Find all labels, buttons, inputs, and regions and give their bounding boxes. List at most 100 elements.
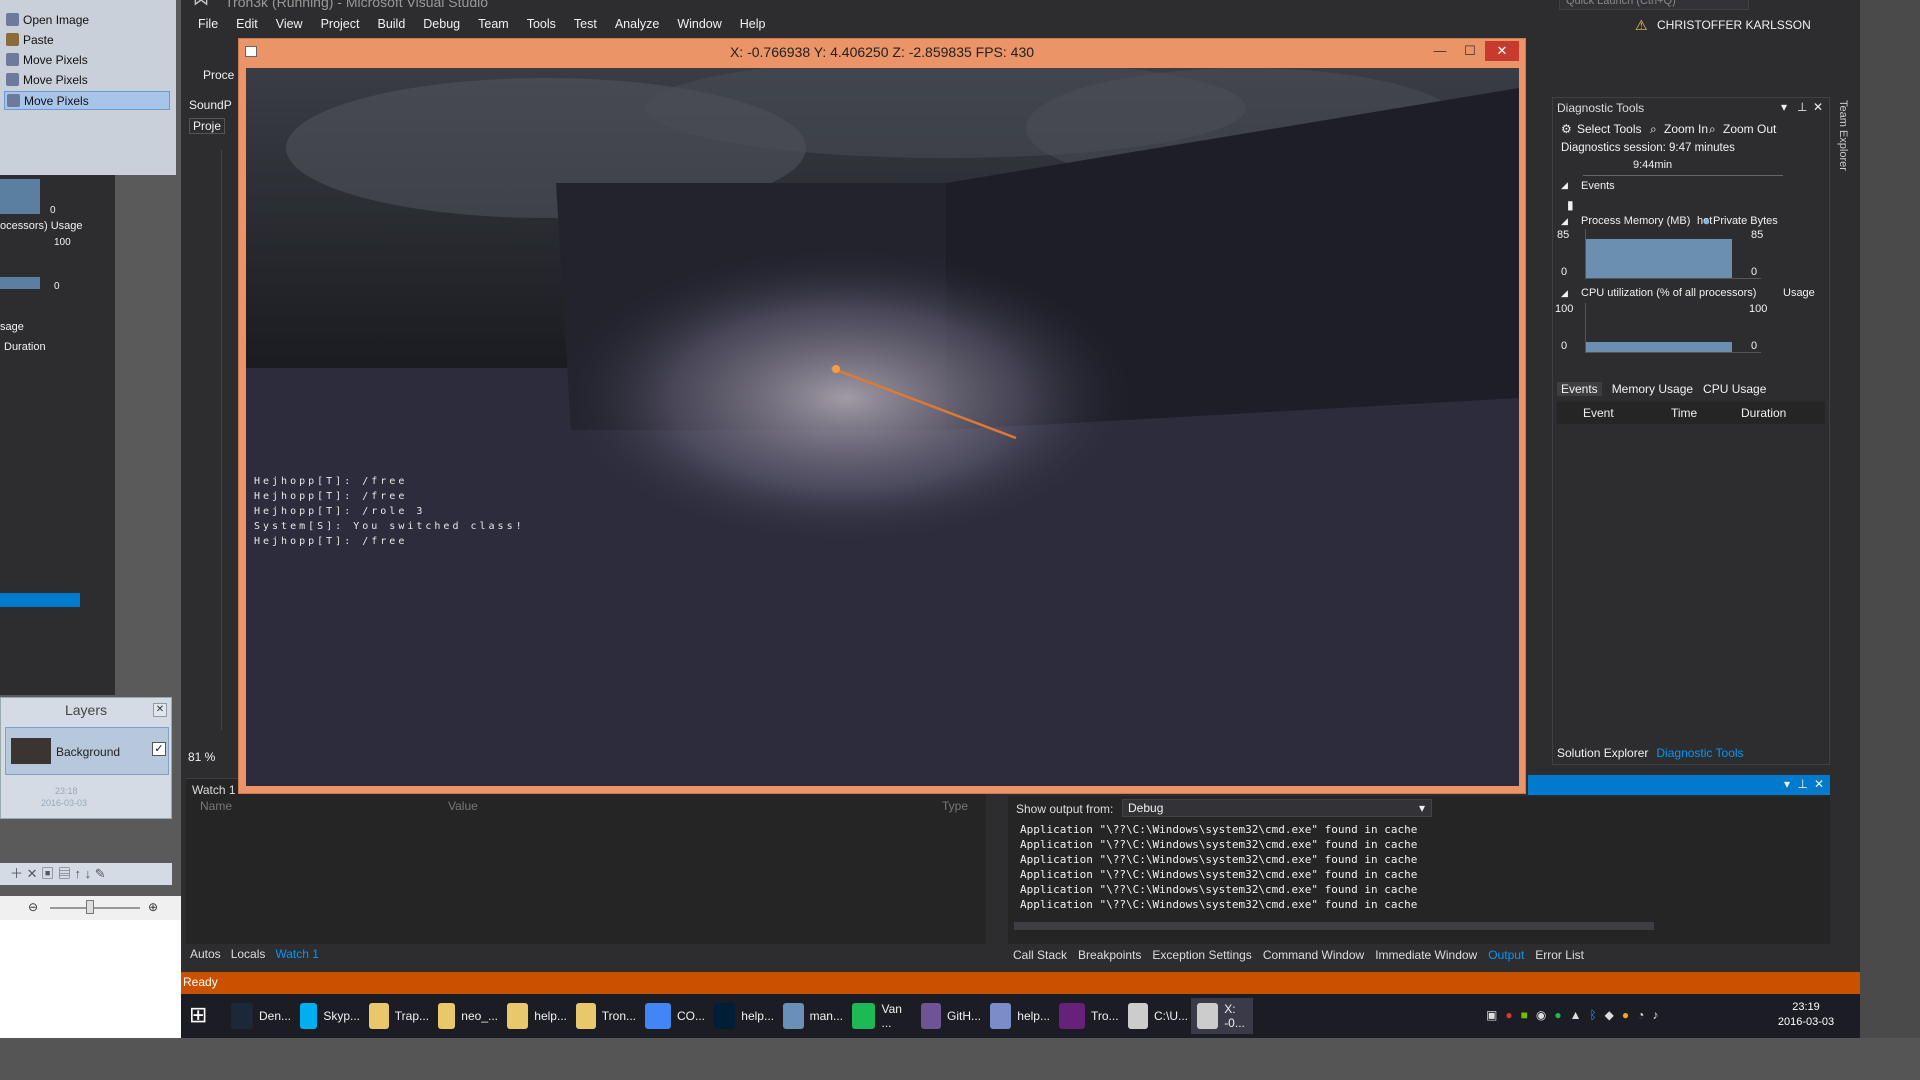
layer-visible-checkbox[interactable]: ✓ (152, 742, 166, 756)
output-source-select[interactable]: Debug ▾ (1122, 799, 1432, 817)
taskbar-item[interactable]: man... (777, 998, 843, 1034)
taskbar-item[interactable]: help... (501, 998, 567, 1034)
collapse-icon[interactable]: ◢ (1561, 216, 1568, 227)
taskbar-item[interactable]: GitH... (915, 998, 981, 1034)
tab-exception-settings[interactable]: Exception Settings (1152, 948, 1251, 962)
history-item-move-pixels-3[interactable]: Move Pixels (4, 91, 170, 110)
project-tab[interactable]: Proje (189, 118, 226, 134)
zoom-slider-track[interactable] (50, 907, 140, 909)
duplicate-layer-icon[interactable]: ▣ (41, 866, 54, 881)
tab-immediate-window[interactable]: Immediate Window (1375, 948, 1477, 962)
sync-icon[interactable]: ● (1622, 1008, 1629, 1022)
network-icon[interactable]: ▲ (1570, 1008, 1582, 1022)
menu-item-file[interactable]: File (189, 17, 227, 35)
history-item-move-pixels-1[interactable]: Move Pixels (4, 51, 170, 70)
tab-diagnostic-tools[interactable]: Diagnostic Tools (1656, 746, 1743, 760)
user-name[interactable]: CHRISTOFFER KARLSSON (1657, 18, 1811, 32)
zoom-percent[interactable]: 81 % (188, 750, 215, 764)
pin-icon[interactable]: ⊥ (1798, 777, 1808, 791)
menu-item-team[interactable]: Team (469, 17, 518, 35)
column-duration[interactable]: Duration (1741, 406, 1786, 420)
tab-call-stack[interactable]: Call Stack (1013, 948, 1067, 962)
dropdown-icon[interactable]: ▾ (1781, 100, 1787, 114)
layer-row-background[interactable]: Background ✓ (5, 727, 169, 775)
zoom-out-button[interactable]: Zoom Out (1723, 122, 1776, 136)
clock[interactable]: 23:19 2016-03-03 (1771, 1000, 1841, 1030)
tab-solution-explorer[interactable]: Solution Explorer (1557, 746, 1648, 760)
tab-events[interactable]: Events (1557, 382, 1602, 396)
collapse-icon[interactable]: ◢ (1561, 180, 1568, 191)
column-value[interactable]: Value (448, 799, 478, 813)
move-up-icon[interactable]: ↑ (74, 866, 81, 881)
close-icon[interactable]: ✕ (1814, 777, 1824, 791)
menu-item-view[interactable]: View (267, 17, 312, 35)
delete-layer-icon[interactable]: ✕ (27, 866, 38, 881)
menu-item-build[interactable]: Build (368, 17, 414, 35)
taskbar-item[interactable]: Den... (225, 998, 291, 1034)
nvidia-icon[interactable]: ■ (1521, 1008, 1528, 1022)
maximize-icon[interactable]: ☐ (1455, 41, 1485, 61)
history-item-paste[interactable]: Paste (4, 31, 170, 50)
taskbar-item[interactable]: Skyp... (294, 998, 360, 1034)
close-icon[interactable]: ✕ (1485, 41, 1519, 61)
taskbar-item[interactable]: Tro... (1053, 998, 1119, 1034)
menu-item-tools[interactable]: Tools (518, 17, 565, 35)
quick-launch-input[interactable]: Quick Launch (Ctrl+Q) (1559, 0, 1749, 10)
properties-icon[interactable]: ✎ (95, 866, 106, 881)
taskbar-item[interactable]: Trap... (363, 998, 429, 1034)
menu-item-test[interactable]: Test (565, 17, 606, 35)
menu-item-debug[interactable]: Debug (414, 17, 469, 35)
antivirus-icon[interactable]: ● (1505, 1008, 1512, 1022)
team-explorer-tab[interactable]: Team Explorer (1837, 100, 1849, 171)
wifi-icon[interactable]: ◔ (1637, 1008, 1644, 1022)
taskbar-item[interactable]: Tron... (570, 998, 636, 1034)
taskbar-item[interactable]: CO... (639, 998, 705, 1034)
pin-icon[interactable]: ⊥ (1797, 100, 1807, 114)
minimize-icon[interactable]: — (1425, 41, 1455, 61)
game-viewport[interactable]: Hejhopp[T]: /free Hejhopp[T]: /free Hejhop… (246, 68, 1519, 786)
menu-item-edit[interactable]: Edit (227, 17, 267, 35)
tab-memory-usage[interactable]: Memory Usage (1612, 382, 1693, 396)
menu-item-project[interactable]: Project (312, 17, 369, 35)
menu-item-window[interactable]: Window (668, 17, 730, 35)
column-time[interactable]: Time (1671, 406, 1697, 420)
taskbar-item[interactable]: X: -0... (1191, 998, 1253, 1034)
column-type[interactable]: Type (942, 799, 968, 813)
tab-output[interactable]: Output (1488, 948, 1524, 962)
close-icon[interactable]: ✕ (153, 703, 167, 717)
dropbox-icon[interactable]: ◆ (1605, 1008, 1614, 1022)
zoom-out-icon[interactable]: ⊖ (28, 900, 38, 914)
bluetooth-icon[interactable]: ᛒ (1589, 1008, 1596, 1022)
taskbar-item[interactable]: neo_... (432, 998, 498, 1034)
select-tools-button[interactable]: Select Tools (1577, 122, 1641, 136)
merge-layer-icon[interactable]: ▤ (58, 866, 71, 881)
taskbar-item[interactable]: help... (984, 998, 1050, 1034)
zoom-in-icon[interactable]: ⊕ (148, 900, 158, 914)
taskbar-item[interactable]: help... (708, 998, 774, 1034)
history-item-open-image[interactable]: Open Image (4, 11, 170, 30)
zoom-slider-thumb[interactable] (86, 900, 94, 914)
menu-item-help[interactable]: Help (731, 17, 775, 35)
tab-autos[interactable]: Autos (190, 947, 221, 961)
windows-start-icon[interactable]: ⊞ (189, 1002, 217, 1030)
spotify-icon[interactable]: ● (1554, 1008, 1561, 1022)
pause-icon[interactable]: ▮ (1567, 198, 1574, 212)
close-icon[interactable]: ✕ (1813, 100, 1823, 114)
column-name[interactable]: Name (200, 799, 232, 813)
taskbar-item[interactable]: Van ... (846, 998, 912, 1034)
volume-icon[interactable]: ♪ (1652, 1008, 1658, 1022)
move-down-icon[interactable]: ↓ (85, 866, 92, 881)
steam-icon[interactable]: ◉ (1536, 1008, 1546, 1022)
tab-cpu-usage[interactable]: CPU Usage (1703, 382, 1766, 396)
tab-breakpoints[interactable]: Breakpoints (1078, 948, 1141, 962)
timeline-ruler[interactable]: 9:44min (1583, 158, 1783, 176)
output-hscrollbar[interactable] (1014, 922, 1654, 930)
tab-command-window[interactable]: Command Window (1263, 948, 1364, 962)
add-layer-icon[interactable]: ＋ (10, 866, 23, 881)
menu-item-analyze[interactable]: Analyze (606, 17, 668, 35)
tab-locals[interactable]: Locals (231, 947, 266, 961)
column-event[interactable]: Event (1583, 406, 1614, 420)
usb-icon[interactable]: ▣ (1486, 1008, 1497, 1022)
zoom-in-button[interactable]: Zoom In (1664, 122, 1708, 136)
taskbar-item[interactable]: C:\U... (1122, 998, 1188, 1034)
